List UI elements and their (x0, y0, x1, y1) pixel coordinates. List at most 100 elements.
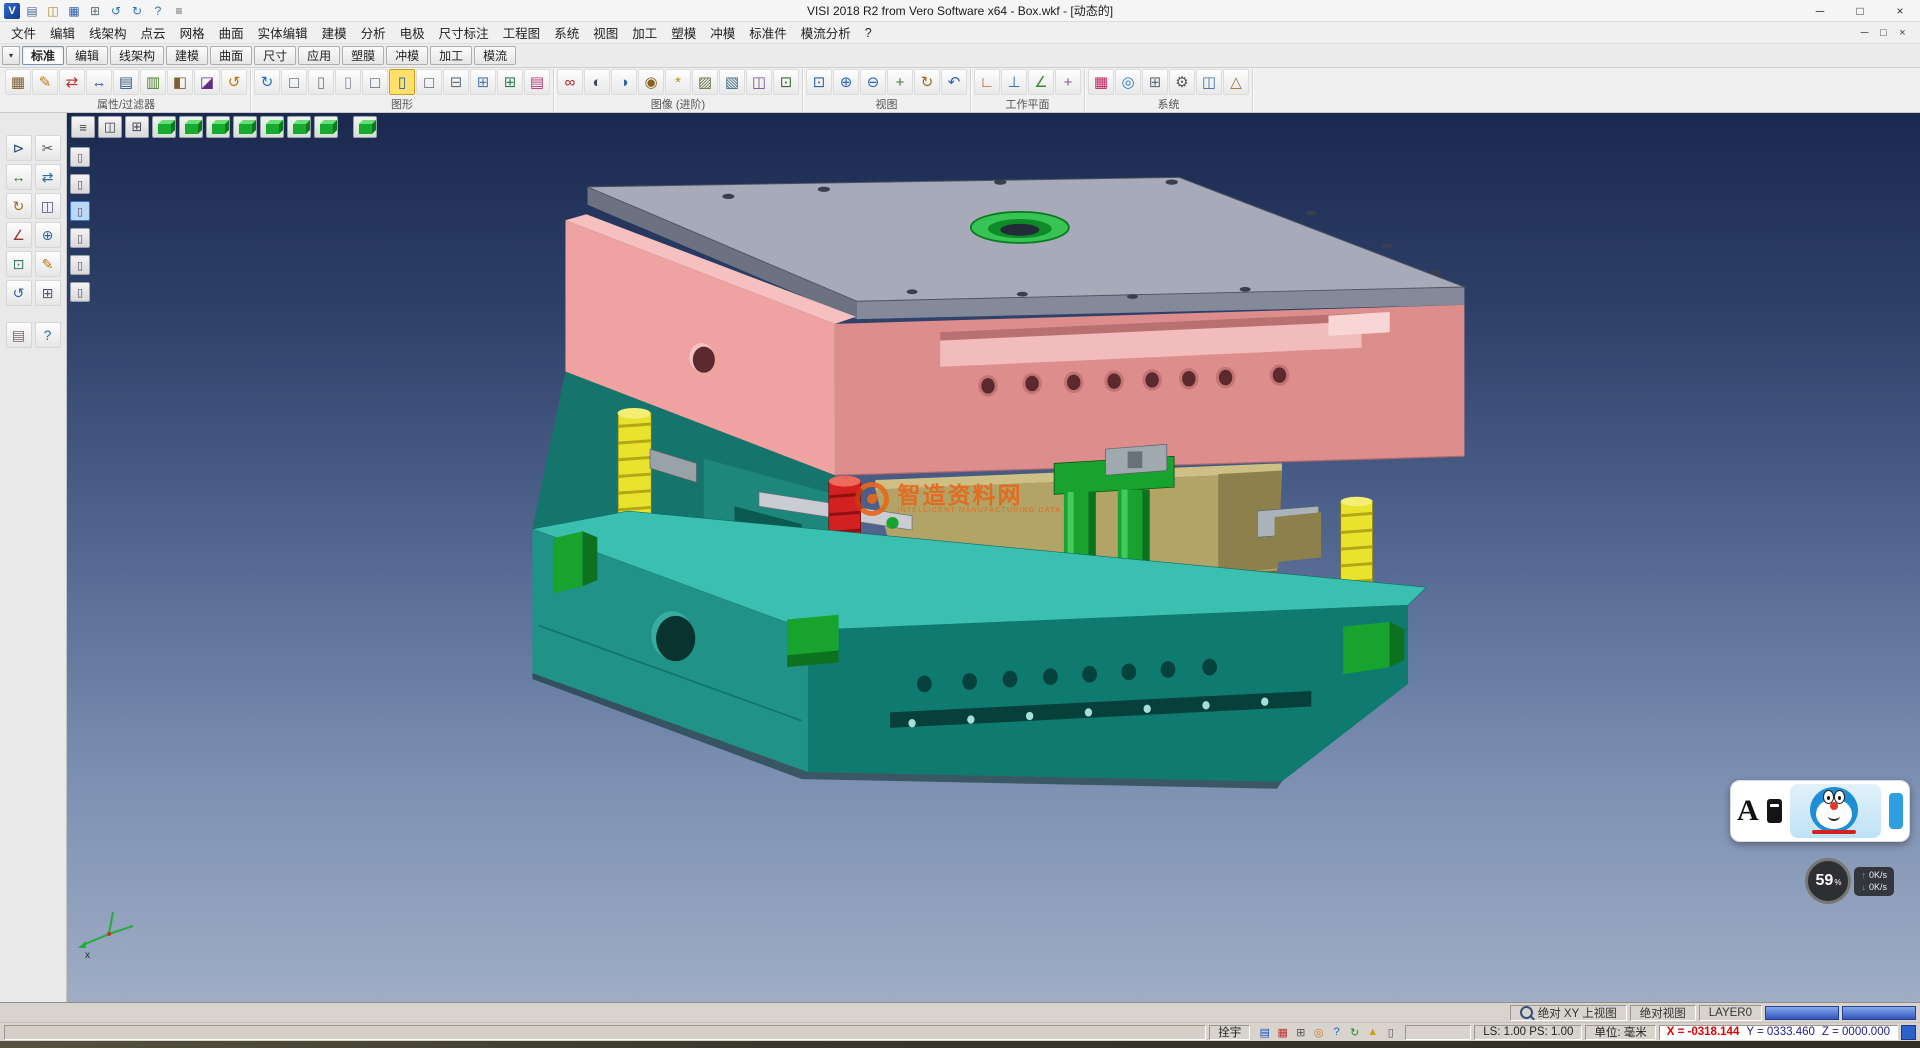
redraw-icon[interactable]: ◻ (281, 69, 307, 95)
attribute-paint-icon[interactable]: ✎ (32, 69, 58, 95)
grid-icon[interactable]: ⊞ (470, 69, 496, 95)
status-color-chip[interactable] (1901, 1025, 1916, 1040)
display-settings-icon[interactable]: ◫ (1196, 69, 1222, 95)
back-view-icon[interactable] (206, 116, 230, 138)
menu-item[interactable]: 曲面 (212, 22, 251, 43)
color-palette-icon[interactable]: ▦ (1088, 69, 1114, 95)
rotate-view-icon[interactable]: ↻ (914, 69, 940, 95)
info-icon[interactable]: ? (35, 322, 61, 348)
ime-tool-icon[interactable] (1767, 799, 1782, 823)
toolbar-tab[interactable]: 模流 (474, 46, 516, 65)
tab-dropdown-button[interactable]: ▾ (2, 46, 20, 65)
menu-item[interactable]: 塑模 (664, 22, 703, 43)
annotate-icon[interactable]: ✎ (35, 251, 61, 277)
toolbar-tab[interactable]: 建模 (166, 46, 208, 65)
save-status-icon[interactable]: ▦ (1274, 1024, 1291, 1040)
import-icon[interactable]: ⊞ (85, 2, 105, 20)
maximize-button[interactable]: □ (1840, 0, 1880, 21)
layer-color-bar[interactable] (1765, 1006, 1839, 1020)
bottom-view-icon[interactable] (314, 116, 338, 138)
stereo-glasses-icon[interactable]: ∞ (557, 69, 583, 95)
toolbar-tab[interactable]: 标准 (22, 46, 64, 65)
menu-item[interactable]: 视图 (586, 22, 625, 43)
wireframe-icon[interactable]: ▯ (308, 69, 334, 95)
menu-item[interactable]: 电极 (393, 22, 432, 43)
clip-plane-1-icon[interactable]: ▯ (70, 147, 90, 167)
ime-toolbar[interactable]: A (1730, 780, 1910, 842)
clip-plane-4-icon[interactable]: ▯ (70, 228, 90, 248)
move-icon[interactable]: ↔ (6, 164, 32, 190)
stats-icon[interactable]: ▤ (524, 69, 550, 95)
background-icon[interactable]: ▧ (719, 69, 745, 95)
menu-item[interactable]: 建模 (315, 22, 354, 43)
help-icon[interactable]: ? (148, 2, 168, 20)
mdi-restore-button[interactable]: □ (1874, 27, 1893, 39)
layers-icon[interactable]: ▤ (6, 322, 32, 348)
workplane-3point-icon[interactable]: ∠ (1028, 69, 1054, 95)
scale-segment[interactable]: LS: 1.00 PS: 1.00 (1474, 1025, 1582, 1040)
zoom-fit-icon[interactable]: ⊡ (806, 69, 832, 95)
toolbar-tab[interactable]: 塑膜 (342, 46, 384, 65)
refresh-icon[interactable]: ↻ (254, 69, 280, 95)
swap-attributes-icon[interactable]: ⇄ (59, 69, 85, 95)
toolbar-tab[interactable]: 冲模 (386, 46, 428, 65)
iso-view-icon[interactable] (152, 116, 176, 138)
menu-item[interactable]: 加工 (625, 22, 664, 43)
view-split-icon[interactable]: ◫ (98, 116, 122, 138)
zoom-in-icon[interactable]: ⊕ (833, 69, 859, 95)
table-icon[interactable]: ⊞ (497, 69, 523, 95)
reflection-icon[interactable]: ◑ (611, 69, 637, 95)
rotate-icon[interactable]: ↻ (6, 193, 32, 219)
menu-item[interactable]: 编辑 (43, 22, 82, 43)
database-icon[interactable]: ▯ (1382, 1024, 1399, 1040)
toolbar-tab[interactable]: 应用 (298, 46, 340, 65)
mdi-minimize-button[interactable]: ─ (1855, 27, 1874, 39)
menu-item[interactable]: 工程图 (496, 22, 548, 43)
capture-icon[interactable]: ⊡ (773, 69, 799, 95)
menu-item[interactable]: 实体编辑 (251, 22, 315, 43)
list-icon[interactable]: ≡ (169, 2, 189, 20)
previous-view-icon[interactable]: ↶ (941, 69, 967, 95)
menu-item[interactable]: 文件 (4, 22, 43, 43)
clip-plane-6-icon[interactable]: ▯ (70, 282, 90, 302)
toolbar-tab[interactable]: 加工 (430, 46, 472, 65)
mold-assembly-model[interactable] (67, 113, 1920, 1002)
menu-item[interactable]: ? (858, 22, 879, 43)
select-icon[interactable]: ⊳ (6, 135, 32, 161)
shadow-icon[interactable]: ◐ (584, 69, 610, 95)
toolbar-tab[interactable]: 线架构 (110, 46, 164, 65)
offset-icon[interactable]: ⊕ (35, 222, 61, 248)
view-ref-segment[interactable]: 绝对视图 (1630, 1005, 1696, 1021)
zoom-out-icon[interactable]: ⊖ (860, 69, 886, 95)
menu-item[interactable]: 网格 (173, 22, 212, 43)
reset-filter-icon[interactable]: ↺ (221, 69, 247, 95)
lighting-icon[interactable]: * (665, 69, 691, 95)
dynamic-view-icon[interactable]: ◻ (362, 69, 388, 95)
transparent-view-icon[interactable]: ◻ (416, 69, 442, 95)
trim-icon[interactable]: ∠ (6, 222, 32, 248)
shaded-view-icon[interactable]: ▯ (389, 69, 415, 95)
mirror-icon[interactable]: ◫ (35, 193, 61, 219)
texture-icon[interactable]: ▨ (692, 69, 718, 95)
attributes-icon[interactable]: ▦ (5, 69, 31, 95)
right-view-icon[interactable] (260, 116, 284, 138)
help-status-icon[interactable]: ? (1328, 1024, 1345, 1040)
units-segment[interactable]: 单位: 毫米 (1585, 1025, 1655, 1040)
toolbar-tab[interactable]: 曲面 (210, 46, 252, 65)
net-speed-overlay[interactable]: 59% ↑0K/s ↓0K/s (1805, 858, 1894, 904)
save-file-icon[interactable]: ▦ (64, 2, 84, 20)
section-view-icon[interactable]: ⊟ (443, 69, 469, 95)
erase-icon[interactable]: ✂ (35, 135, 61, 161)
close-button[interactable]: × (1880, 0, 1920, 21)
workplane-normal-icon[interactable]: ⊥ (1001, 69, 1027, 95)
mdi-close-button[interactable]: × (1893, 27, 1912, 39)
clip-plane-3-icon[interactable]: ▯ (70, 201, 90, 221)
top-view-icon[interactable] (287, 116, 311, 138)
background-color-bar[interactable] (1842, 1006, 1916, 1020)
snap-grid-icon[interactable]: ⊞ (35, 280, 61, 306)
redo-icon[interactable]: ↻ (127, 2, 147, 20)
copy-icon[interactable]: ⇄ (35, 164, 61, 190)
printer-icon[interactable]: ⊞ (1292, 1024, 1309, 1040)
view-grid-icon[interactable]: ⊞ (125, 116, 149, 138)
workplane-xy-icon[interactable]: ∟ (974, 69, 1000, 95)
